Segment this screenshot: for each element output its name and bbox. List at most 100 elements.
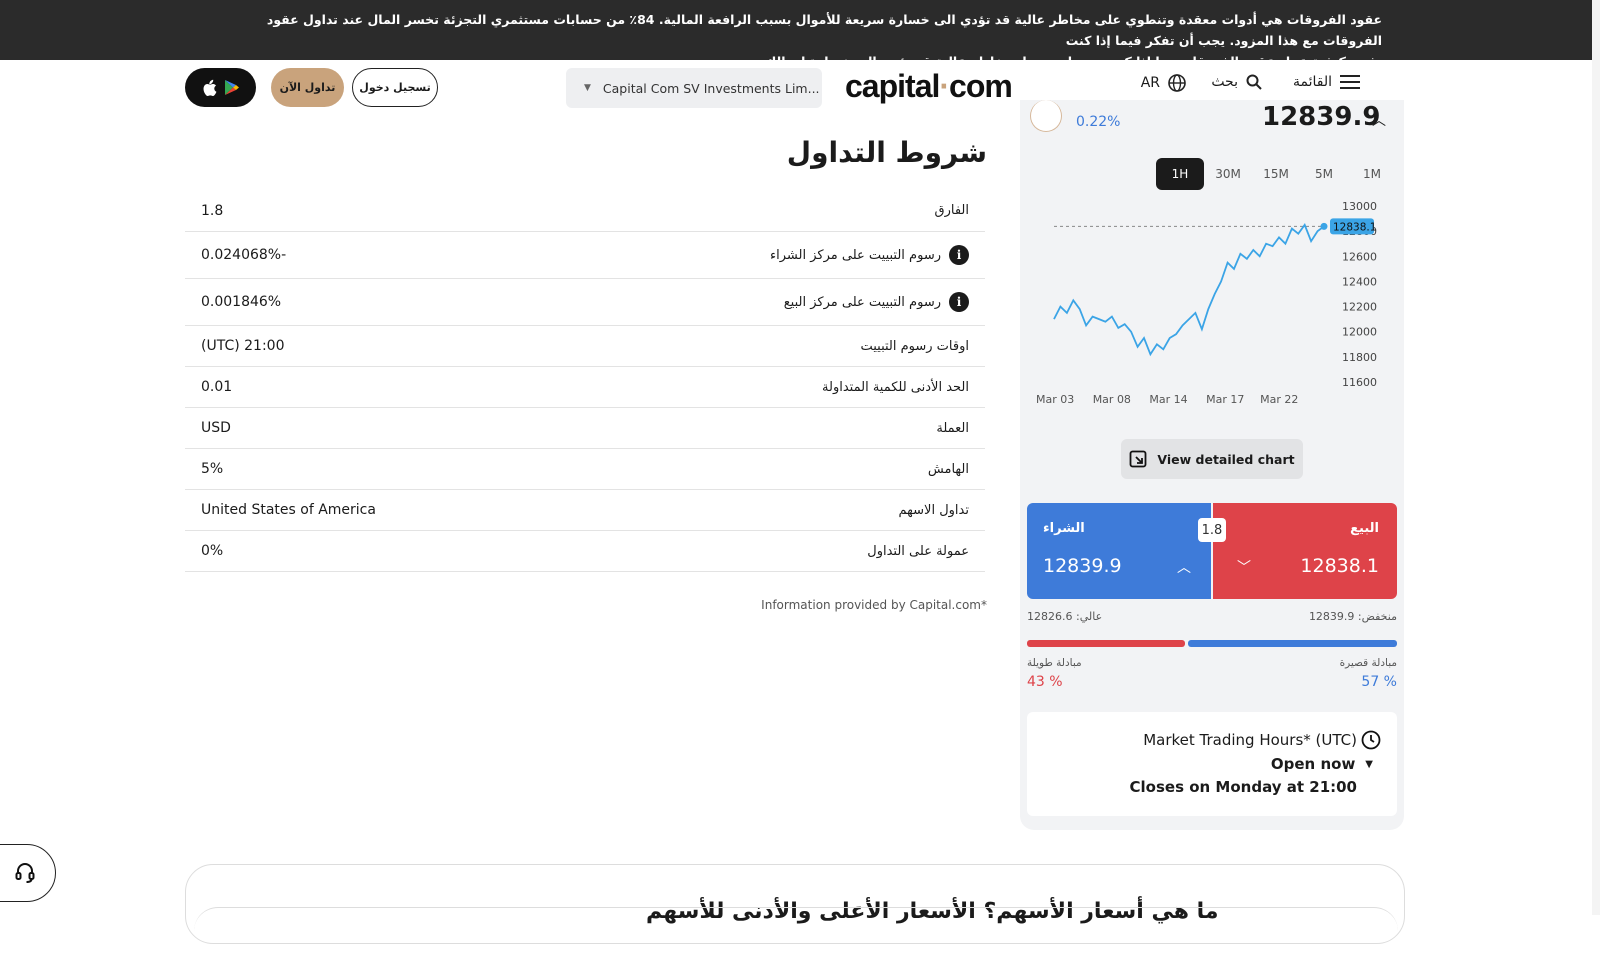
market-status-toggle[interactable]: Open now ▼ bbox=[1271, 755, 1373, 773]
search-button[interactable]: بحث bbox=[1211, 74, 1262, 90]
terms-label: رسوم التبييت على مركز الشراء bbox=[770, 247, 941, 263]
tab-1h[interactable]: 1H bbox=[1156, 158, 1204, 190]
terms-row-long-swap: 0.024068%- i رسوم التبييت على مركز الشراء bbox=[185, 232, 985, 279]
tab-1m[interactable]: 1M bbox=[1348, 158, 1396, 190]
x-tick-label: Mar 17 bbox=[1206, 393, 1244, 406]
high-price: عالي: 12826.6 bbox=[1027, 610, 1103, 623]
price-chart[interactable]: 1300012800126001240012200120001180011600… bbox=[1036, 200, 1396, 420]
y-tick-label: 11600 bbox=[1342, 376, 1377, 389]
current-price-tag-label: 12838.1 bbox=[1333, 221, 1376, 233]
terms-row-spread: 1.8 الفارق bbox=[185, 190, 985, 232]
terms-value: 0.024068%- bbox=[201, 247, 287, 263]
price-side-panel: 0.22% 12839.9 ︿ 1H 30M 15M 5M 1M 13000 12… bbox=[1020, 100, 1404, 830]
terms-label: رسوم التبييت على مركز البيع bbox=[783, 294, 941, 310]
view-detailed-chart-label: View detailed chart bbox=[1157, 451, 1295, 467]
terms-row-short-swap: 0.001846% i رسوم التبييت على مركز البيع bbox=[185, 279, 985, 326]
login-button[interactable]: تسجيل دخول bbox=[352, 68, 438, 107]
terms-value: 5% bbox=[201, 461, 224, 477]
tab-15m[interactable]: 15M bbox=[1252, 158, 1300, 190]
trading-terms-title: شروط التداول bbox=[786, 136, 987, 169]
terms-label: الهامش bbox=[927, 461, 969, 477]
trading-terms-table: 1.8 الفارق 0.024068%- i رسوم التبييت على … bbox=[185, 190, 985, 572]
market-hours-title: Market Trading Hours* (UTC) bbox=[1143, 730, 1381, 750]
terms-row-margin: 5% الهامش bbox=[185, 449, 985, 490]
short-swap-label: مبادلة قصيرة bbox=[1339, 657, 1397, 669]
buy-price: 12839.9 bbox=[1043, 555, 1122, 577]
sell-button[interactable]: البيع 12838.1 ﹀ bbox=[1213, 503, 1397, 599]
spread-badge: 1.8 bbox=[1198, 518, 1226, 542]
price-series-line bbox=[1053, 223, 1325, 357]
long-swap-label: مبادلة طويلة bbox=[1027, 657, 1082, 669]
terms-value: (UTC) 21:00 bbox=[201, 338, 285, 354]
terms-label: الحد الأدنى للكمية المتداولة bbox=[822, 379, 969, 395]
terms-label: الفارق bbox=[934, 203, 969, 218]
timeframe-tabs: 1H 30M 15M 5M 1M bbox=[1156, 158, 1396, 190]
terms-label: عمولة على التداول bbox=[867, 543, 969, 559]
search-label: بحث bbox=[1211, 74, 1238, 90]
long-pct: % 43 bbox=[1027, 674, 1063, 690]
info-provided-note: Information provided by Capital.com* bbox=[761, 598, 987, 612]
y-tick-label: 12200 bbox=[1342, 301, 1377, 314]
terms-label: تداول الاسهم bbox=[898, 502, 969, 518]
entity-select[interactable]: ▼ Capital Com SV Investments Lim... bbox=[566, 68, 822, 108]
terms-value: United States of America bbox=[201, 502, 376, 518]
view-detailed-chart-button[interactable]: View detailed chart bbox=[1121, 439, 1303, 479]
buy-label: الشراء bbox=[1043, 521, 1085, 536]
tab-5m[interactable]: 5M bbox=[1300, 158, 1348, 190]
chevron-up-icon: ︿ bbox=[1177, 560, 1191, 576]
expand-chart-icon bbox=[1130, 450, 1147, 468]
language-label: AR bbox=[1140, 75, 1160, 91]
terms-value: 0.001846% bbox=[201, 294, 282, 310]
x-tick-label: Mar 22 bbox=[1260, 393, 1298, 406]
headset-icon bbox=[15, 863, 35, 883]
x-tick-label: Mar 08 bbox=[1093, 393, 1131, 406]
language-selector[interactable]: AR bbox=[1141, 74, 1186, 92]
y-tick-label: 12400 bbox=[1342, 275, 1377, 288]
low-price: منخفض: 12839.9 bbox=[1308, 610, 1397, 623]
globe-icon bbox=[1168, 74, 1186, 92]
scrollbar-track[interactable] bbox=[1592, 0, 1600, 915]
x-tick-label: Mar 03 bbox=[1036, 393, 1074, 406]
caret-down-icon: ▼ bbox=[1365, 758, 1373, 770]
chevron-up-icon: ︿ bbox=[1372, 113, 1386, 129]
terms-row-stock-trading: United States of America تداول الاسهم bbox=[185, 490, 985, 531]
terms-value: 0% bbox=[201, 543, 224, 559]
trade-now-button[interactable]: تداول الآن bbox=[271, 68, 344, 107]
terms-row-min-quantity: 0.01 الحد الأدنى للكمية المتداولة bbox=[185, 367, 985, 408]
terms-row-currency: USD العملة bbox=[185, 408, 985, 449]
current-price: 12839.9 bbox=[1262, 102, 1381, 132]
terms-value: 0.01 bbox=[201, 379, 233, 395]
sentiment-short-fill bbox=[1188, 640, 1397, 647]
panel-header: 0.22% 12839.9 ︿ bbox=[1020, 100, 1404, 140]
y-tick-label: 12000 bbox=[1342, 326, 1377, 339]
google-play-icon bbox=[225, 80, 239, 95]
info-icon[interactable]: i bbox=[949, 245, 969, 265]
info-icon[interactable]: i bbox=[949, 292, 969, 312]
terms-label: العملة bbox=[936, 420, 969, 436]
market-close-time: Closes on Monday at 21:00 bbox=[1129, 778, 1357, 796]
terms-label-wrap: i رسوم التبييت على مركز الشراء bbox=[770, 245, 969, 265]
buy-button[interactable]: الشراء 12839.9 ︿ bbox=[1027, 503, 1211, 599]
app-download-button[interactable] bbox=[185, 68, 256, 107]
market-status: Open now bbox=[1270, 755, 1356, 773]
chevron-down-icon: ▼ bbox=[584, 83, 591, 93]
terms-row-swap-time: (UTC) 21:00 اوقات رسوم التبييت bbox=[185, 326, 985, 367]
y-tick-label: 11800 bbox=[1342, 351, 1377, 364]
bottom-faq-inner bbox=[194, 907, 1398, 967]
market-hours-box: Market Trading Hours* (UTC) Open now ▼ C… bbox=[1027, 712, 1397, 816]
menu-label: القائمة bbox=[1293, 74, 1332, 90]
apple-icon bbox=[203, 79, 217, 96]
tab-30m[interactable]: 30M bbox=[1204, 158, 1252, 190]
terms-value: USD bbox=[201, 420, 231, 436]
asset-logo bbox=[1030, 100, 1062, 132]
short-pct: % 57 bbox=[1361, 674, 1397, 690]
terms-label: اوقات رسوم التبييت bbox=[860, 338, 969, 354]
menu-button[interactable]: القائمة bbox=[1293, 74, 1360, 90]
sell-price: 12838.1 bbox=[1300, 555, 1379, 577]
y-tick-label: 13000 bbox=[1342, 200, 1377, 213]
search-icon bbox=[1246, 74, 1262, 90]
hamburger-icon bbox=[1340, 75, 1360, 89]
support-chat-button[interactable] bbox=[0, 844, 56, 902]
chevron-down-icon: ﹀ bbox=[1237, 560, 1251, 576]
capital-com-logo[interactable]: capital·com bbox=[845, 68, 1013, 105]
